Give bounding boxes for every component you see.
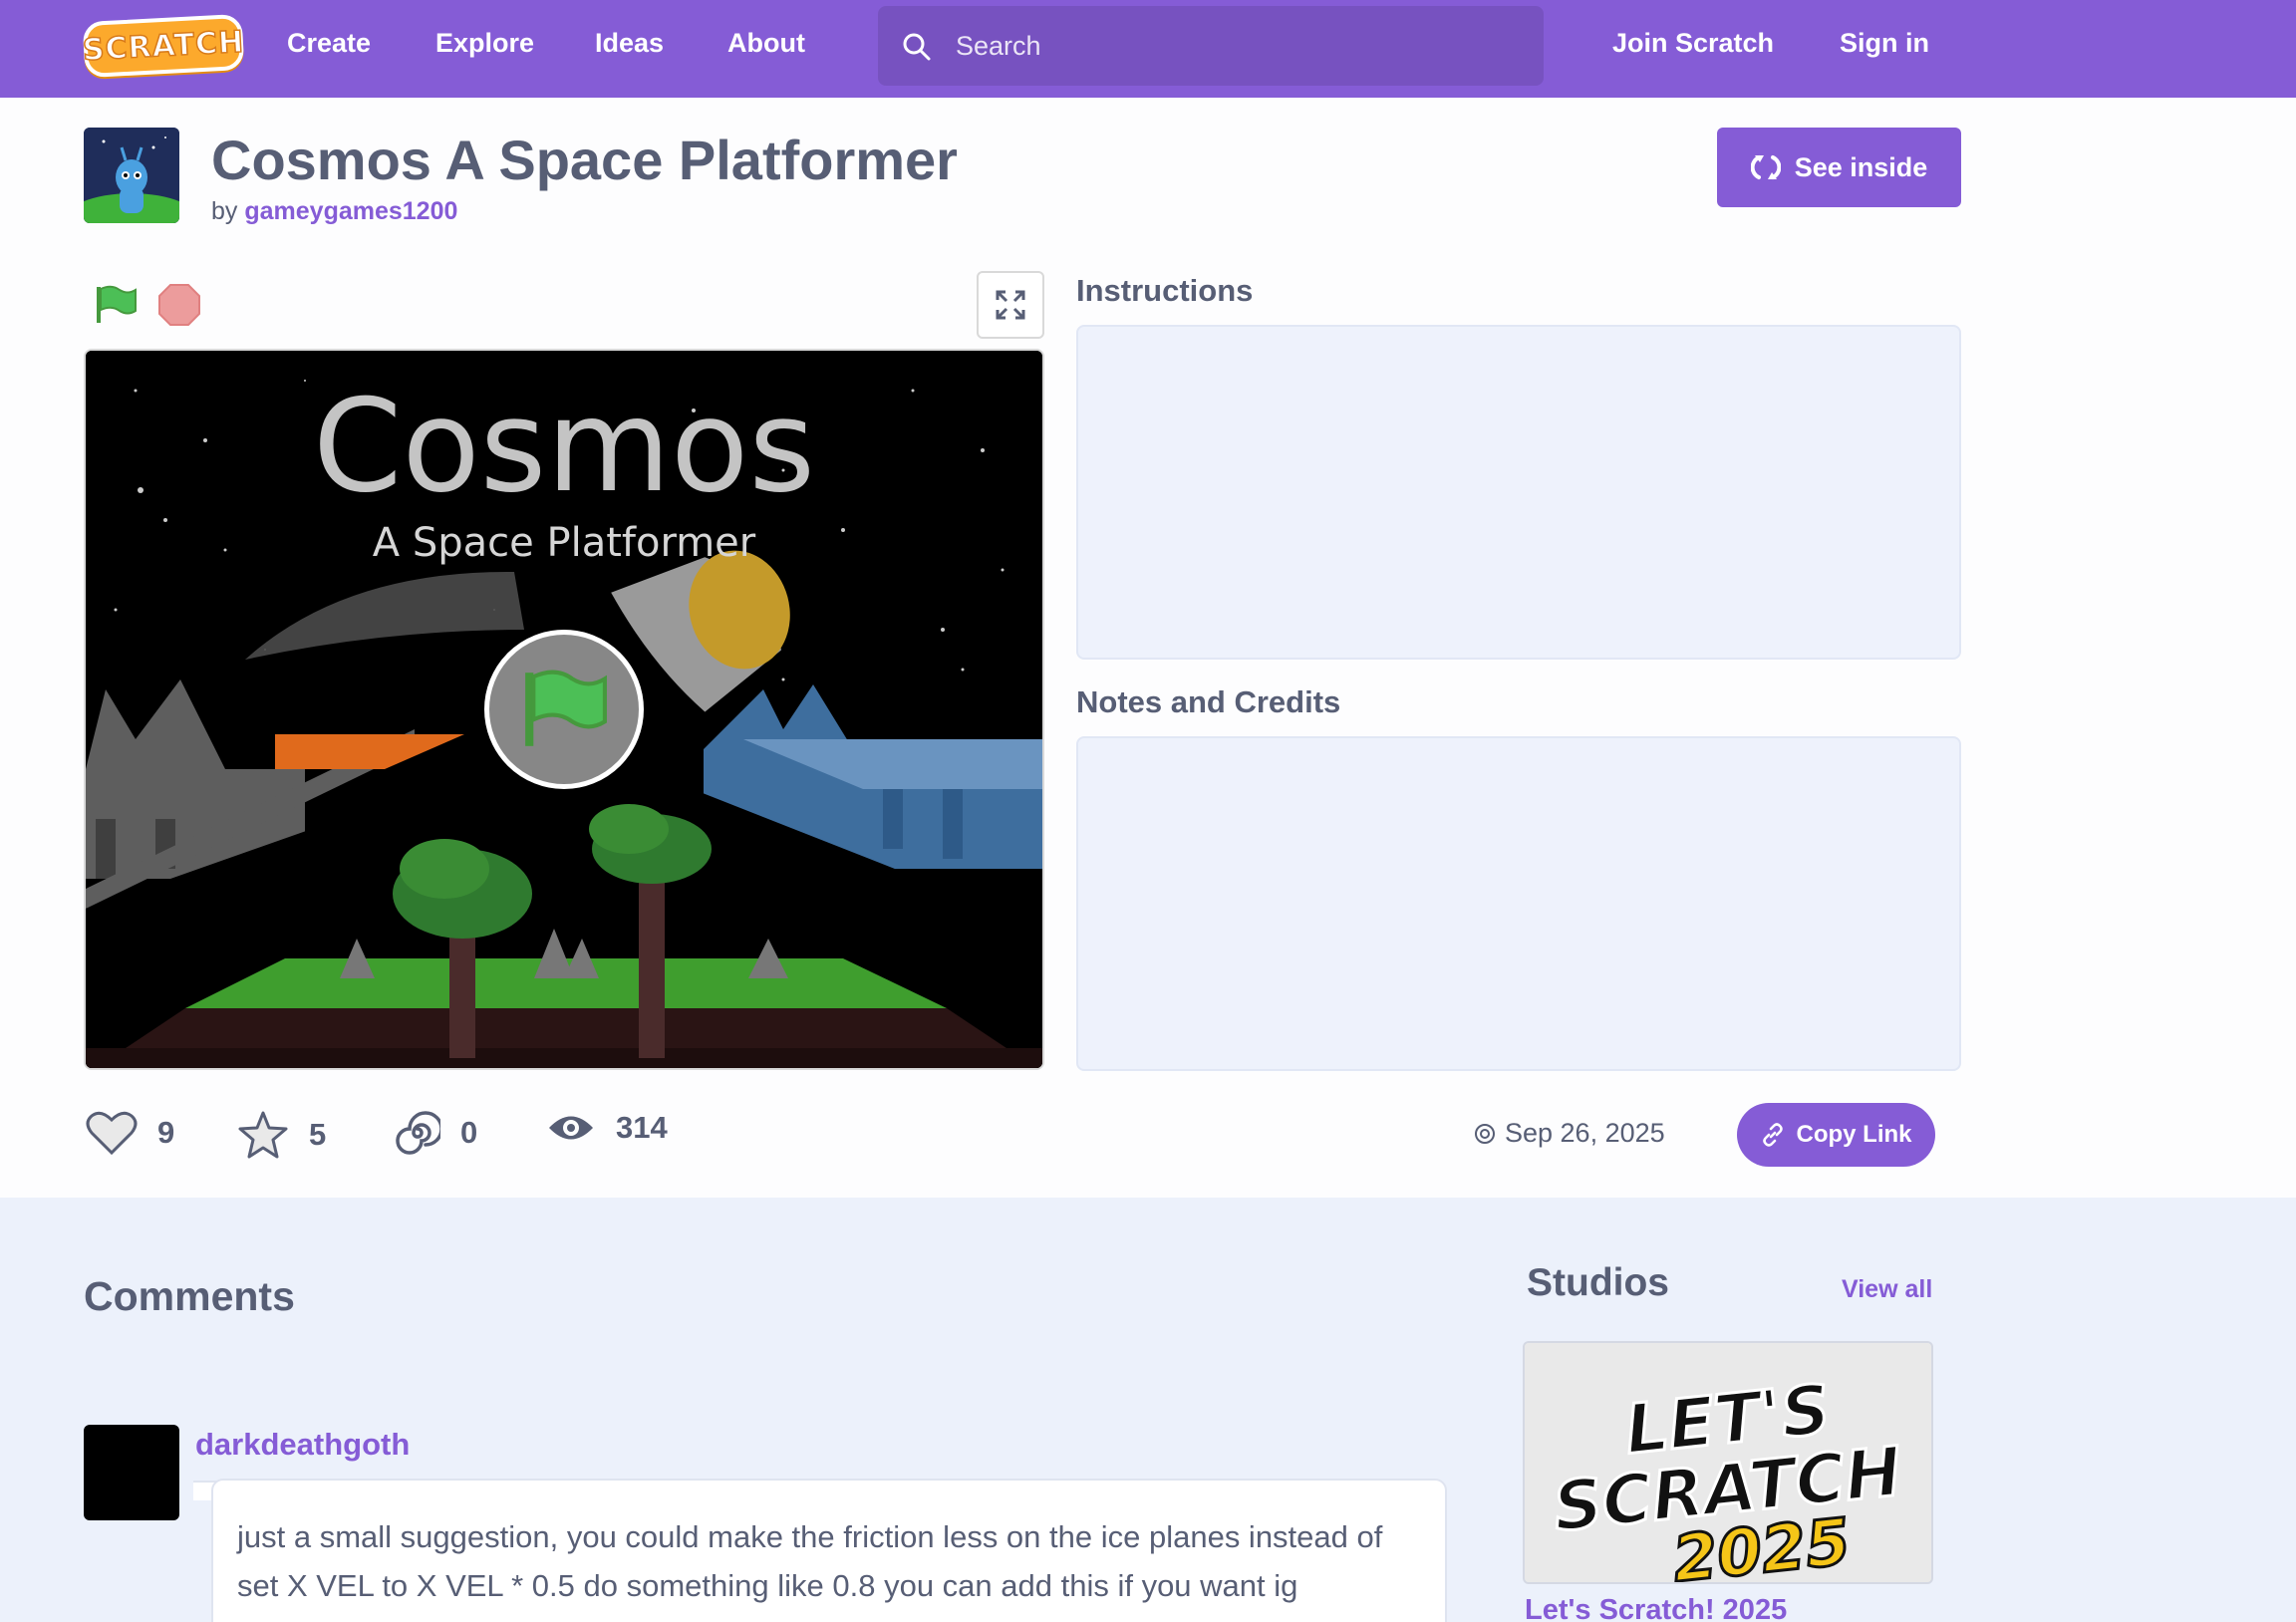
share-date: Sep 26, 2025 <box>1473 1118 1665 1149</box>
comment-avatar[interactable] <box>84 1425 179 1520</box>
nav-about[interactable]: About <box>727 28 805 59</box>
star-icon <box>238 1111 288 1159</box>
byline-prefix: by <box>211 197 238 225</box>
remix-count: 0 <box>460 1115 478 1150</box>
sign-in-link[interactable]: Sign in <box>1840 28 1929 59</box>
copy-link-label: Copy Link <box>1796 1121 1912 1148</box>
notes-label: Notes and Credits <box>1076 684 1341 719</box>
stage-title: Cosmos <box>312 373 816 521</box>
project-thumbnail[interactable] <box>84 128 179 223</box>
copy-link-button[interactable]: Copy Link <box>1737 1103 1935 1167</box>
nav-create[interactable]: Create <box>287 28 371 59</box>
shared-icon <box>1475 1123 1495 1144</box>
studio-card[interactable]: LET'S SCRATCH 2025 <box>1523 1341 1933 1584</box>
scratch-logo[interactable]: SCRATCH <box>81 13 246 79</box>
link-icon <box>1763 1123 1784 1147</box>
studio-card-art: LET'S SCRATCH 2025 <box>1525 1343 1931 1582</box>
nav-explore[interactable]: Explore <box>435 28 534 59</box>
search-box[interactable] <box>878 6 1544 86</box>
green-flag-icon <box>525 670 607 746</box>
green-flag-icon[interactable] <box>94 285 138 325</box>
favorite-stat[interactable]: 5 <box>237 1110 326 1160</box>
favorite-count: 5 <box>309 1117 327 1152</box>
share-date-text: Sep 26, 2025 <box>1505 1118 1665 1148</box>
comment-bubble: just a small suggestion, you could make … <box>211 1479 1447 1622</box>
see-inside-label: See inside <box>1794 151 1928 182</box>
remix-stat: 0 <box>395 1110 477 1156</box>
start-overlay-button[interactable] <box>484 630 644 789</box>
comments-title: Comments <box>84 1273 295 1319</box>
fullscreen-icon <box>996 290 1025 320</box>
project-stage[interactable]: Cosmos A Space Platformer <box>84 349 1044 1070</box>
fullscreen-button[interactable] <box>977 271 1044 339</box>
author-link[interactable]: gameygames1200 <box>244 197 457 225</box>
project-title: Cosmos A Space Platformer <box>211 129 958 191</box>
search-icon <box>903 33 931 61</box>
comment-username[interactable]: darkdeathgoth <box>195 1427 410 1463</box>
comment-text: just a small suggestion, you could make … <box>237 1519 1383 1603</box>
view-all-studios-link[interactable]: View all <box>1842 1275 1932 1304</box>
eye-icon <box>549 1116 593 1140</box>
studio-name-link[interactable]: Let's Scratch! 2025 <box>1525 1594 1787 1622</box>
stage-subtitle: A Space Platformer <box>372 520 756 566</box>
remix-arrows-icon <box>1750 155 1781 179</box>
stop-icon[interactable] <box>157 283 201 327</box>
notes-panel <box>1076 736 1961 1071</box>
top-nav: SCRATCH Create Explore Ideas About Join … <box>0 0 2296 98</box>
heart-icon <box>86 1111 138 1156</box>
remix-spiral-icon <box>396 1111 440 1155</box>
join-scratch-link[interactable]: Join Scratch <box>1612 28 1774 59</box>
love-count: 9 <box>157 1115 175 1150</box>
scratch-logo-text: SCRATCH <box>81 24 245 69</box>
see-inside-button[interactable]: See inside <box>1717 128 1961 207</box>
project-byline: by gameygames1200 <box>211 197 457 226</box>
studios-title: Studios <box>1527 1261 1669 1304</box>
instructions-label: Instructions <box>1076 273 1254 308</box>
nav-ideas[interactable]: Ideas <box>595 28 664 59</box>
view-count: 314 <box>616 1110 668 1145</box>
love-stat[interactable]: 9 <box>86 1110 174 1156</box>
search-input[interactable] <box>956 24 1514 68</box>
view-stat: 314 <box>546 1110 668 1146</box>
instructions-panel <box>1076 325 1961 660</box>
